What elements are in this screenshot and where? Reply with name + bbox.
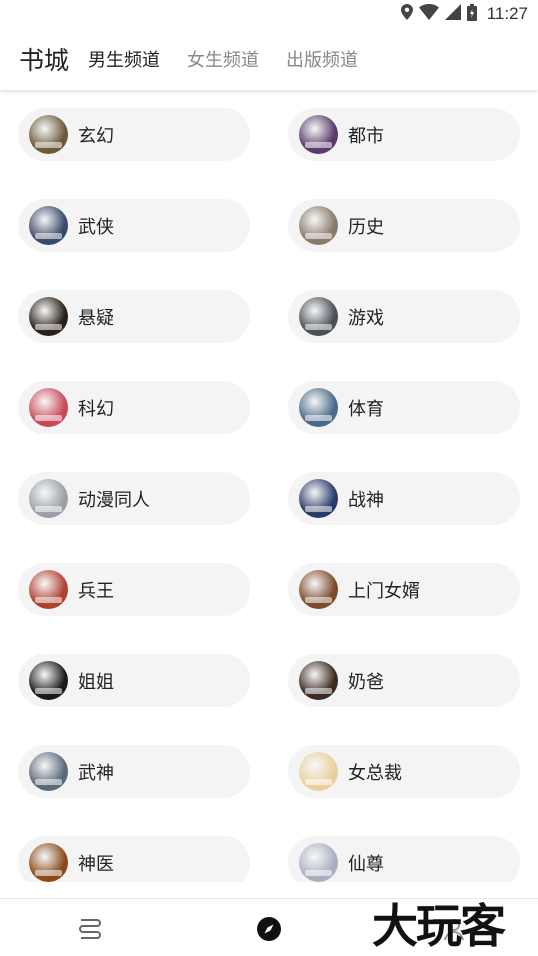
category-label: 姐姐	[78, 671, 114, 693]
signal-icon	[444, 4, 461, 24]
category-label: 仙尊	[348, 853, 384, 875]
category-cover-image	[299, 115, 338, 154]
category-cover-image	[29, 297, 68, 336]
category-cover-image	[299, 206, 338, 245]
category-cover-image	[29, 661, 68, 700]
compass-icon	[257, 917, 281, 941]
watermark-logo: 大玩客	[372, 899, 506, 953]
top-app-bar: 书城 男生频道 女生频道 出版频道	[0, 28, 538, 90]
bookshelf-nav-button[interactable]	[76, 915, 104, 943]
category-cover-image	[29, 388, 68, 427]
category-item[interactable]: 动漫同人	[18, 472, 250, 525]
category-label: 都市	[348, 125, 384, 147]
category-cover-image	[29, 843, 68, 882]
category-label: 玄幻	[78, 125, 114, 147]
tab-female-channel[interactable]: 女生频道	[187, 46, 259, 72]
category-item[interactable]: 神医	[18, 836, 250, 882]
category-item[interactable]: 科幻	[18, 381, 250, 434]
page-title: 书城	[19, 46, 70, 75]
category-item[interactable]: 姐姐	[18, 654, 250, 707]
category-label: 武侠	[78, 216, 114, 238]
discover-nav-button[interactable]	[255, 915, 283, 943]
tab-publishing-channel[interactable]: 出版频道	[286, 46, 358, 72]
category-cover-image	[29, 570, 68, 609]
category-item[interactable]: 奶爸	[288, 654, 520, 707]
category-cover-image	[299, 297, 338, 336]
battery-icon	[466, 3, 477, 25]
location-icon	[400, 4, 413, 24]
category-item[interactable]: 体育	[288, 381, 520, 434]
category-label: 动漫同人	[78, 489, 150, 511]
category-label: 体育	[348, 398, 384, 420]
category-item[interactable]: 上门女婿	[288, 563, 520, 616]
category-item[interactable]: 兵王	[18, 563, 250, 616]
category-item[interactable]: 武侠	[18, 199, 250, 252]
category-label: 兵王	[78, 580, 114, 602]
status-bar: 11:27	[0, 0, 538, 28]
category-label: 游戏	[348, 307, 384, 329]
category-label: 悬疑	[78, 307, 114, 329]
category-grid: 玄幻 都市武侠 历史悬疑 游戏科幻 体育动漫同人 战神兵王 上门女婿姐姐 奶爸武神 女总裁神医 仙…	[0, 90, 538, 882]
category-label: 奶爸	[348, 671, 384, 693]
category-cover-image	[299, 479, 338, 518]
category-label: 上门女婿	[348, 580, 420, 602]
category-cover-image	[299, 388, 338, 427]
category-item[interactable]: 女总裁	[288, 745, 520, 798]
category-item[interactable]: 战神	[288, 472, 520, 525]
bookshelf-icon	[79, 919, 101, 939]
category-cover-image	[29, 115, 68, 154]
wifi-icon	[418, 4, 439, 24]
category-label: 武神	[78, 762, 114, 784]
category-cover-image	[299, 752, 338, 791]
category-item[interactable]: 悬疑	[18, 290, 250, 343]
category-item[interactable]: 都市	[288, 108, 520, 161]
category-cover-image	[29, 206, 68, 245]
category-cover-image	[29, 752, 68, 791]
category-cover-image	[299, 570, 338, 609]
category-label: 战神	[348, 489, 384, 511]
category-label: 神医	[78, 853, 114, 875]
category-cover-image	[29, 479, 68, 518]
category-item[interactable]: 仙尊	[288, 836, 520, 882]
category-cover-image	[299, 661, 338, 700]
category-label: 历史	[348, 216, 384, 238]
category-item[interactable]: 玄幻	[18, 108, 250, 161]
category-label: 科幻	[78, 398, 114, 420]
category-item[interactable]: 武神	[18, 745, 250, 798]
category-cover-image	[299, 843, 338, 882]
category-item[interactable]: 历史	[288, 199, 520, 252]
category-item[interactable]: 游戏	[288, 290, 520, 343]
clock: 11:27	[486, 4, 528, 23]
tab-male-channel[interactable]: 男生频道	[88, 46, 160, 72]
category-label: 女总裁	[348, 762, 402, 784]
